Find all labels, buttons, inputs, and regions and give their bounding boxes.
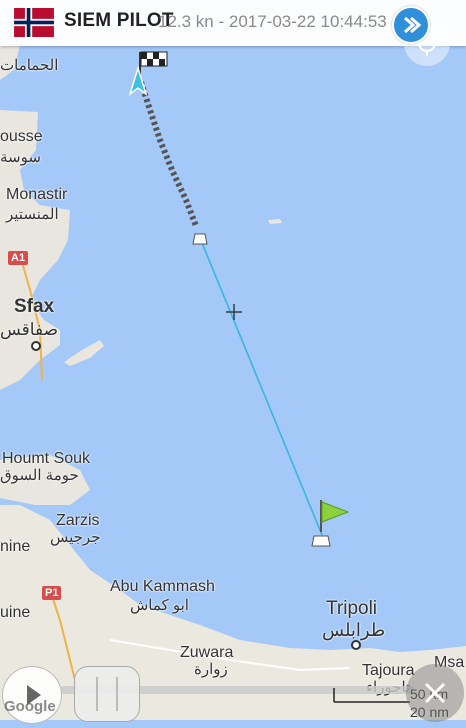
map-label: ابو كماش [130,597,189,614]
road-badge: A1 [8,251,29,265]
map-label: حومة السوق [0,467,79,484]
map-label: Monastir [6,186,68,203]
speed-timestamp: 12.3 kn - 2017-03-22 10:44:53 [158,12,387,31]
close-icon [424,682,446,704]
ship-icon [192,233,208,245]
map-label: جرجيس [50,529,101,546]
play-button[interactable] [2,666,62,724]
timeline-slider-thumb[interactable] [74,666,140,722]
map-label: صفاقس [0,320,59,339]
map-label: uine [0,604,31,621]
map-label: Sfax [14,296,55,317]
map-label: Abu Kammash [110,578,215,595]
ship-destination-icon [311,535,331,547]
map-label: nine [0,538,31,555]
map-canvas[interactable] [0,0,466,720]
close-button[interactable] [406,664,464,722]
map-label: Tripoli [326,598,378,619]
map-label: الحمامات [0,57,59,74]
map-label: طرابلس [322,620,386,640]
map-label: زوارة [194,661,228,678]
share-button[interactable] [392,6,430,44]
norway-flag-icon [14,8,54,37]
share-icon [404,16,422,34]
map-label: ousse [0,128,43,145]
map-label: سوسة [0,149,41,166]
map-watermark: Google [4,698,56,715]
sfax-dot-icon [31,341,41,351]
map-label: المنستير [6,206,59,223]
road-badge: P1 [42,586,62,600]
tripoli-dot-icon [351,640,361,650]
